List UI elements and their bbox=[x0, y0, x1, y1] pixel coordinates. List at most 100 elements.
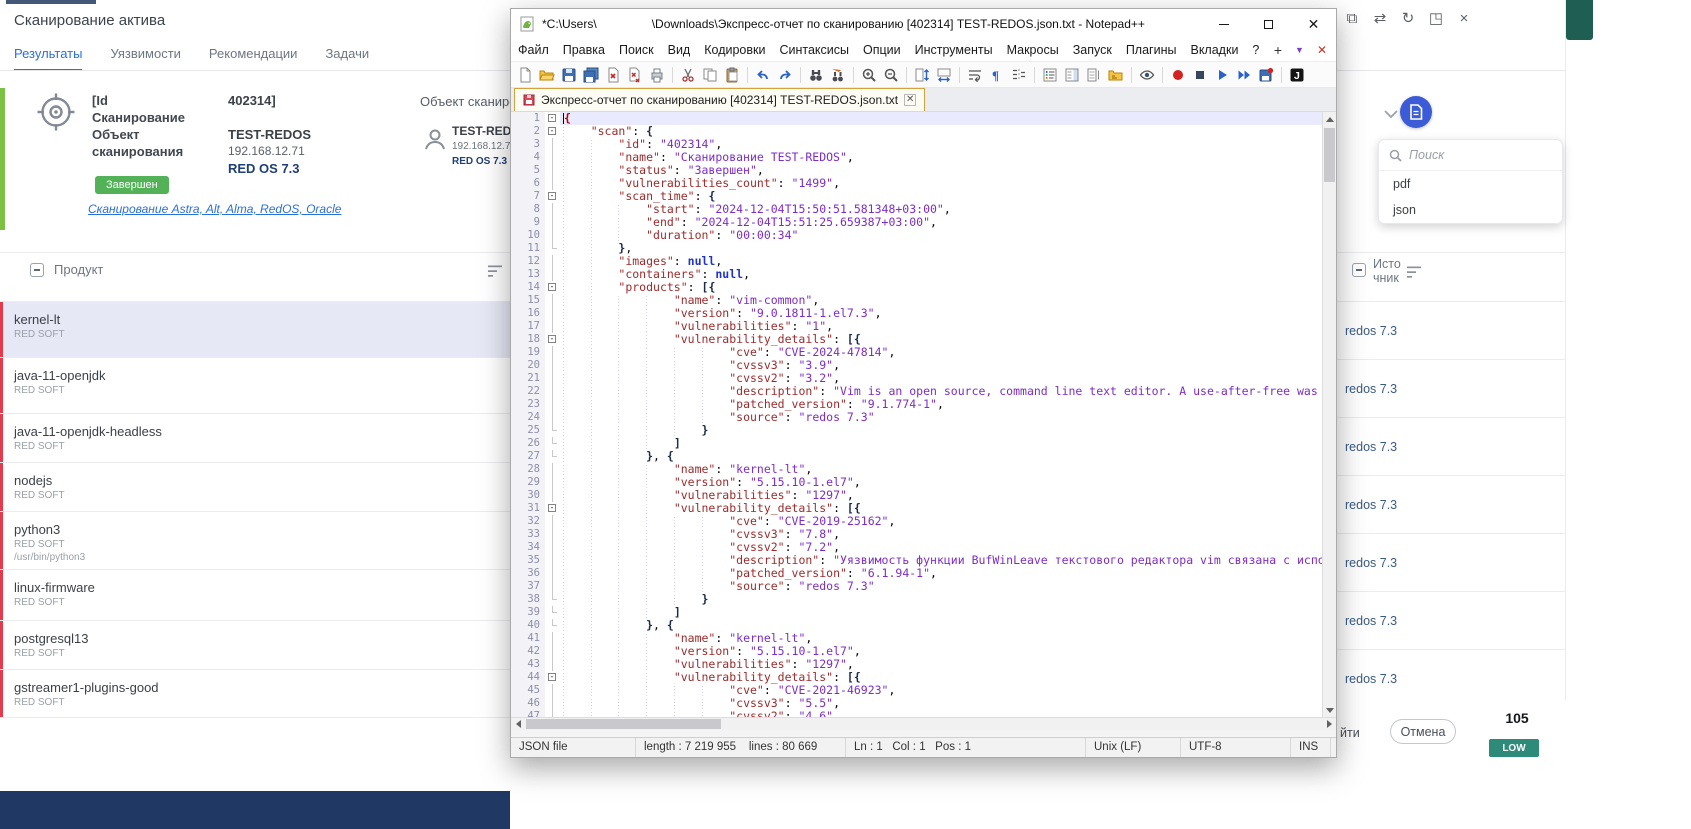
line-number[interactable]: 9 bbox=[511, 216, 545, 229]
line-number[interactable]: 10 bbox=[511, 229, 545, 242]
product-row[interactable]: gstreamer1-plugins-goodRED SOFT bbox=[0, 670, 510, 718]
fold-margin[interactable] bbox=[545, 255, 560, 268]
fold-margin[interactable]: - bbox=[545, 112, 560, 125]
line-number[interactable]: 11 bbox=[511, 242, 545, 255]
maximize-button[interactable] bbox=[1246, 9, 1291, 39]
line-number[interactable]: 27 bbox=[511, 450, 545, 463]
fold-margin[interactable] bbox=[545, 138, 560, 151]
partial-button-fragment[interactable]: йти bbox=[1340, 726, 1360, 740]
fold-margin[interactable] bbox=[545, 580, 560, 593]
save-all-icon[interactable] bbox=[581, 65, 601, 85]
record-macro-icon[interactable] bbox=[1168, 65, 1188, 85]
line-number[interactable]: 40 bbox=[511, 619, 545, 632]
line-number[interactable]: 24 bbox=[511, 411, 545, 424]
fold-margin[interactable] bbox=[545, 567, 560, 580]
line-number[interactable]: 25 bbox=[511, 424, 545, 437]
vertical-scroll-thumb[interactable] bbox=[1324, 128, 1335, 182]
cancel-button[interactable]: Отмена bbox=[1390, 719, 1456, 744]
close-file-icon[interactable] bbox=[603, 65, 623, 85]
fold-margin[interactable] bbox=[545, 177, 560, 190]
fold-margin[interactable] bbox=[545, 346, 560, 359]
print-icon[interactable] bbox=[647, 65, 667, 85]
fold-margin[interactable] bbox=[545, 593, 560, 606]
scroll-right-arrow[interactable] bbox=[1322, 718, 1336, 730]
product-row[interactable]: postgresql13RED SOFT bbox=[0, 621, 510, 670]
export-report-button[interactable] bbox=[1400, 96, 1432, 128]
fold-margin[interactable] bbox=[545, 528, 560, 541]
product-row[interactable]: java-11-openjdkRED SOFT bbox=[0, 358, 510, 414]
fold-margin[interactable] bbox=[545, 242, 560, 255]
line-number[interactable]: 47 bbox=[511, 710, 545, 717]
fold-margin[interactable] bbox=[545, 515, 560, 528]
line-number[interactable]: 43 bbox=[511, 658, 545, 671]
scan-profile-link[interactable]: Сканирование Astra, Alt, Alma, RedOS, Or… bbox=[88, 202, 341, 216]
line-number[interactable]: 17 bbox=[511, 320, 545, 333]
paste-icon[interactable] bbox=[722, 65, 742, 85]
minimize-button[interactable] bbox=[1201, 9, 1246, 39]
fold-margin[interactable] bbox=[545, 710, 560, 717]
line-number[interactable]: 22 bbox=[511, 385, 545, 398]
document-map-icon[interactable] bbox=[1062, 65, 1082, 85]
close-window-button[interactable]: ✕ bbox=[1291, 9, 1336, 39]
tab-Результаты[interactable]: Результаты bbox=[14, 46, 82, 71]
close-tab-icon[interactable]: ✕ bbox=[1317, 43, 1327, 57]
line-number[interactable]: 5 bbox=[511, 164, 545, 177]
line-number[interactable]: 32 bbox=[511, 515, 545, 528]
stop-macro-icon[interactable] bbox=[1190, 65, 1210, 85]
line-number[interactable]: 23 bbox=[511, 398, 545, 411]
menu-Правка[interactable]: Правка bbox=[556, 41, 612, 59]
line-number[interactable]: 26 bbox=[511, 437, 545, 450]
export-search-field[interactable]: Поиск bbox=[1379, 140, 1562, 171]
menu-Вкладки[interactable]: Вкладки bbox=[1183, 41, 1245, 59]
folder-as-workspace-icon[interactable] bbox=[1106, 65, 1126, 85]
fold-margin[interactable] bbox=[545, 463, 560, 476]
tab-Рекомендации[interactable]: Рекомендации bbox=[209, 46, 298, 71]
fold-margin[interactable] bbox=[545, 450, 560, 463]
line-number[interactable]: 16 bbox=[511, 307, 545, 320]
swap-icon[interactable]: ⇄ bbox=[1371, 9, 1389, 29]
run-macro-multiple-icon[interactable] bbox=[1234, 65, 1254, 85]
status-insert-mode[interactable]: INS bbox=[1291, 738, 1331, 757]
line-number[interactable]: 3 bbox=[511, 138, 545, 151]
line-number[interactable]: 44 bbox=[511, 671, 545, 684]
product-row[interactable]: python3RED SOFT/usr/bin/python3 bbox=[0, 512, 510, 570]
fold-margin[interactable] bbox=[545, 437, 560, 450]
save-macro-icon[interactable] bbox=[1256, 65, 1276, 85]
tab-list-dropdown-icon[interactable]: ▼ bbox=[1295, 45, 1304, 55]
zoom-out-icon[interactable] bbox=[881, 65, 901, 85]
fold-margin[interactable] bbox=[545, 476, 560, 489]
scroll-left-arrow[interactable] bbox=[511, 718, 525, 730]
fold-margin[interactable] bbox=[545, 359, 560, 372]
fold-margin[interactable] bbox=[545, 398, 560, 411]
line-number[interactable]: 18 bbox=[511, 333, 545, 346]
fold-margin[interactable] bbox=[545, 229, 560, 242]
fold-margin[interactable]: - bbox=[545, 502, 560, 515]
scroll-up-arrow[interactable] bbox=[1323, 112, 1336, 126]
line-number[interactable]: 2 bbox=[511, 125, 545, 138]
menu-Запуск[interactable]: Запуск bbox=[1066, 41, 1119, 59]
fold-margin[interactable]: - bbox=[545, 333, 560, 346]
line-number[interactable]: 38 bbox=[511, 593, 545, 606]
cut-icon[interactable] bbox=[678, 65, 698, 85]
product-row[interactable]: kernel-ltRED SOFT bbox=[0, 302, 510, 358]
fold-margin[interactable] bbox=[545, 385, 560, 398]
horizontal-scrollbar[interactable] bbox=[511, 717, 1336, 730]
line-number[interactable]: 46 bbox=[511, 697, 545, 710]
undo-icon[interactable] bbox=[753, 65, 773, 85]
notepad-titlebar[interactable]: *C:\Users\\Downloads\Экспресс-отчет по с… bbox=[511, 9, 1336, 39]
fold-margin[interactable] bbox=[545, 632, 560, 645]
select-all-checkbox[interactable] bbox=[30, 263, 44, 277]
menu-Поиск[interactable]: Поиск bbox=[612, 41, 661, 59]
save-file-icon[interactable] bbox=[559, 65, 579, 85]
export-item-json[interactable]: json bbox=[1379, 197, 1562, 223]
menu-Макросы[interactable]: Макросы bbox=[1000, 41, 1066, 59]
fold-margin[interactable]: - bbox=[545, 190, 560, 203]
editor-text-area[interactable]: 1-{2- "scan": {3 "id": "402314",4 "name"… bbox=[511, 112, 1322, 717]
filter-sort-icon[interactable] bbox=[488, 265, 504, 278]
fold-margin[interactable] bbox=[545, 619, 560, 632]
line-number[interactable]: 45 bbox=[511, 684, 545, 697]
line-number[interactable]: 42 bbox=[511, 645, 545, 658]
menu-?[interactable]: ? bbox=[1245, 41, 1266, 59]
line-number[interactable]: 20 bbox=[511, 359, 545, 372]
line-number[interactable]: 7 bbox=[511, 190, 545, 203]
